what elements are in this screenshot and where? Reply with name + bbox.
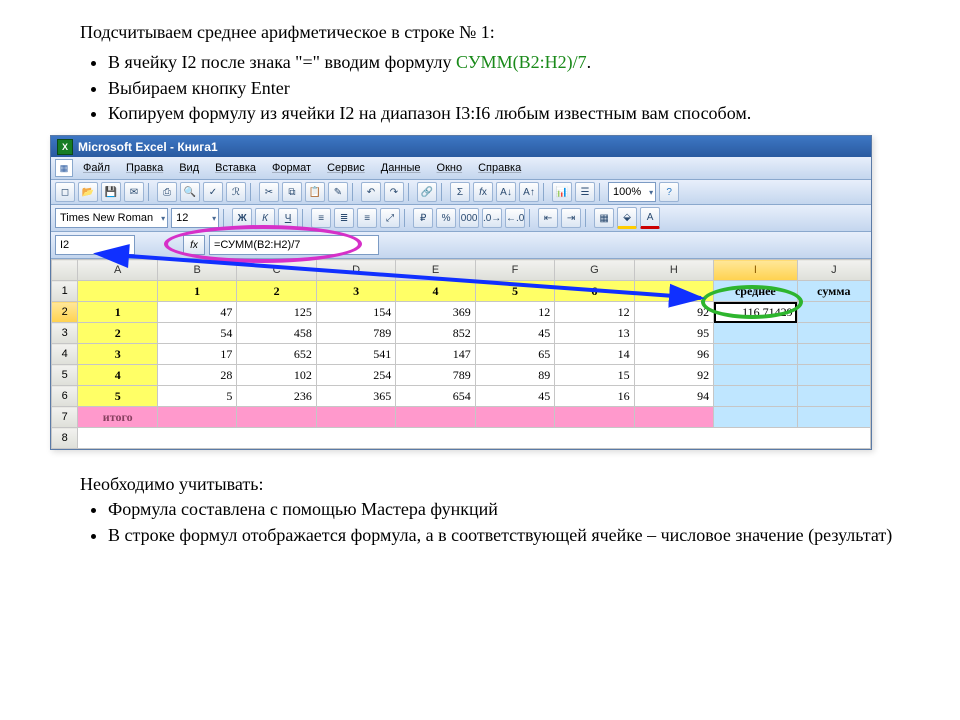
menu-window[interactable]: Окно xyxy=(431,161,469,175)
align-left-icon[interactable]: ≡ xyxy=(311,208,331,228)
open-icon[interactable]: 📂 xyxy=(78,182,98,202)
dec-dec-icon[interactable]: ←.0 xyxy=(505,208,525,228)
row-5: 5 4 28102254789891592 xyxy=(52,365,871,386)
indent-inc-icon[interactable]: ⇥ xyxy=(561,208,581,228)
fill-color-icon[interactable]: ⬙ xyxy=(617,207,637,229)
menu-edit[interactable]: Правка xyxy=(120,161,169,175)
italic-icon[interactable]: К xyxy=(255,208,275,228)
bullet-1: В ячейку I2 после знака "=" вводим форму… xyxy=(108,50,900,74)
menu-tools[interactable]: Сервис xyxy=(321,161,371,175)
sort-desc-icon[interactable]: A↑ xyxy=(519,182,539,202)
toolbar-formatting: Times New Roman 12 Ж К Ч ≡ ≣ ≡ ⤢ ₽ % 000… xyxy=(51,205,871,232)
notes-section: Необходимо учитывать: Формула составлена… xyxy=(80,472,900,547)
window-title: Microsoft Excel - Книга1 xyxy=(78,140,218,154)
col-H[interactable]: H xyxy=(634,260,713,281)
copy-icon[interactable]: ⧉ xyxy=(282,182,302,202)
name-box[interactable]: I2 xyxy=(55,235,135,255)
row-8: 8 xyxy=(52,428,871,449)
sum-icon[interactable]: Σ xyxy=(450,182,470,202)
merge-icon[interactable]: ⤢ xyxy=(380,208,400,228)
zoom-combo[interactable]: 100% xyxy=(608,182,656,202)
excel-icon: X xyxy=(57,139,73,155)
new-icon[interactable]: ◻ xyxy=(55,182,75,202)
excel-window: X Microsoft Excel - Книга1 ▦ Файл Правка… xyxy=(50,135,872,450)
col-C[interactable]: C xyxy=(237,260,316,281)
help-icon[interactable]: ? xyxy=(659,182,679,202)
indent-dec-icon[interactable]: ⇤ xyxy=(538,208,558,228)
inc-dec-icon[interactable]: .0→ xyxy=(482,208,502,228)
menu-insert[interactable]: Вставка xyxy=(209,161,262,175)
col-B[interactable]: B xyxy=(157,260,236,281)
bold-icon[interactable]: Ж xyxy=(232,208,252,228)
note-2: В строке формул отображается формула, а … xyxy=(108,523,900,547)
titlebar: X Microsoft Excel - Книга1 xyxy=(51,136,871,157)
bullet-2: Выбираем кнопку Enter xyxy=(108,76,900,100)
percent-icon[interactable]: % xyxy=(436,208,456,228)
font-combo[interactable]: Times New Roman xyxy=(55,208,168,228)
menu-file[interactable]: Файл xyxy=(77,161,116,175)
size-combo[interactable]: 12 xyxy=(171,208,219,228)
workbook-icon: ▦ xyxy=(55,159,73,177)
col-F[interactable]: F xyxy=(475,260,554,281)
align-right-icon[interactable]: ≡ xyxy=(357,208,377,228)
underline-icon[interactable]: Ч xyxy=(278,208,298,228)
preview-icon[interactable]: 🔍 xyxy=(180,182,200,202)
link-icon[interactable]: 🔗 xyxy=(417,182,437,202)
drawing-icon[interactable]: ☰ xyxy=(575,182,595,202)
intro-text: Подсчитываем среднее арифметическое в ст… xyxy=(80,20,900,44)
save-icon[interactable]: 💾 xyxy=(101,182,121,202)
row-2: 2 1 47 125 154 369 12 12 92 116,71429 xyxy=(52,302,871,323)
comma-icon[interactable]: 000 xyxy=(459,208,479,228)
align-center-icon[interactable]: ≣ xyxy=(334,208,354,228)
col-G[interactable]: G xyxy=(555,260,634,281)
redo-icon[interactable]: ↷ xyxy=(384,182,404,202)
col-headers: A B C D E F G H I J xyxy=(52,260,871,281)
menu-data[interactable]: Данные xyxy=(375,161,427,175)
cell-I2[interactable]: 116,71429 xyxy=(714,302,798,323)
mail-icon[interactable]: ✉ xyxy=(124,182,144,202)
bullet-3: Копируем формулу из ячейки I2 на диапазо… xyxy=(108,101,900,125)
toolbar-standard: ◻ 📂 💾 ✉ ⎙ 🔍 ✓ ℛ ✂ ⧉ 📋 ✎ ↶ ↷ 🔗 Σ fx A↓ A↑… xyxy=(51,180,871,205)
col-E[interactable]: E xyxy=(396,260,475,281)
formula-bar: I2 fx =СУММ(B2:H2)/7 xyxy=(51,232,871,259)
rowhead-1[interactable]: 1 xyxy=(52,281,78,302)
col-J[interactable]: J xyxy=(797,260,870,281)
menu-view[interactable]: Вид xyxy=(173,161,205,175)
rowhead-2[interactable]: 2 xyxy=(52,302,78,323)
paste-icon[interactable]: 📋 xyxy=(305,182,325,202)
row-7: 7 итого xyxy=(52,407,871,428)
font-color-icon[interactable]: A xyxy=(640,207,660,229)
col-I[interactable]: I xyxy=(714,260,798,281)
notes-title: Необходимо учитывать: xyxy=(80,472,900,496)
menu-help[interactable]: Справка xyxy=(472,161,527,175)
top-bullets: В ячейку I2 после знака "=" вводим форму… xyxy=(80,50,900,125)
borders-icon[interactable]: ▦ xyxy=(594,208,614,228)
sort-asc-icon[interactable]: A↓ xyxy=(496,182,516,202)
col-A[interactable]: A xyxy=(78,260,157,281)
corner[interactable] xyxy=(52,260,78,281)
currency-icon[interactable]: ₽ xyxy=(413,208,433,228)
undo-icon[interactable]: ↶ xyxy=(361,182,381,202)
format-painter-icon[interactable]: ✎ xyxy=(328,182,348,202)
spell-icon[interactable]: ✓ xyxy=(203,182,223,202)
row-1: 1 1 2 3 4 5 6 7 среднее сумма xyxy=(52,281,871,302)
fx-button[interactable]: fx xyxy=(183,235,205,255)
formula-input[interactable]: =СУММ(B2:H2)/7 xyxy=(209,235,379,255)
fx-icon[interactable]: fx xyxy=(473,182,493,202)
row-6: 6 5 5236365654451694 xyxy=(52,386,871,407)
menubar: ▦ Файл Правка Вид Вставка Формат Сервис … xyxy=(51,157,871,180)
worksheet[interactable]: A B C D E F G H I J 1 1 2 3 4 5 6 7 xyxy=(51,259,871,449)
menu-format[interactable]: Формат xyxy=(266,161,317,175)
cut-icon[interactable]: ✂ xyxy=(259,182,279,202)
note-1: Формула составлена с помощью Мастера фун… xyxy=(108,497,900,521)
research-icon[interactable]: ℛ xyxy=(226,182,246,202)
row-4: 4 3 17652541147651496 xyxy=(52,344,871,365)
col-D[interactable]: D xyxy=(316,260,395,281)
row-3: 3 2 54458789852451395 xyxy=(52,323,871,344)
print-icon[interactable]: ⎙ xyxy=(157,182,177,202)
chart-icon[interactable]: 📊 xyxy=(552,182,572,202)
